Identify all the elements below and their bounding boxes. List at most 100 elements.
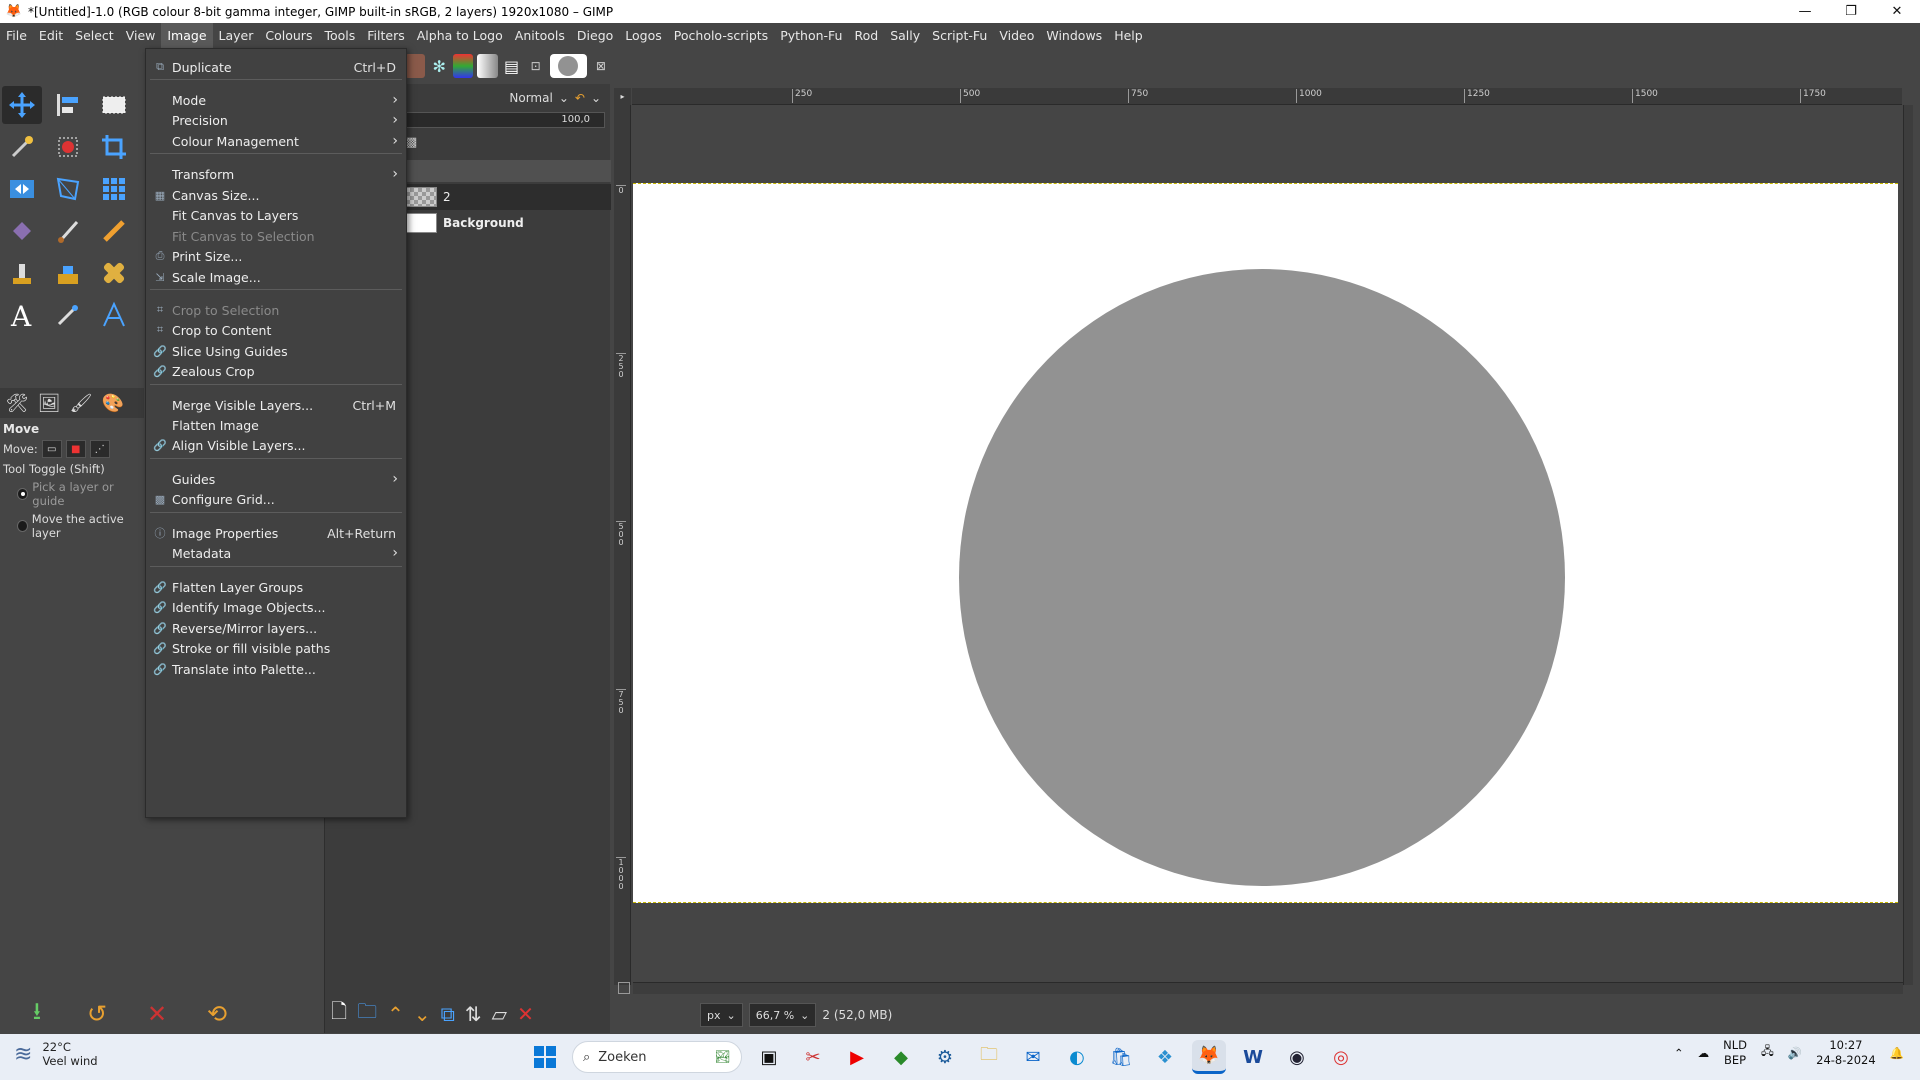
menu-windows[interactable]: Windows: [1040, 23, 1108, 48]
bucket-fill-tool-icon[interactable]: [2, 212, 42, 250]
menu-colours[interactable]: Colours: [259, 23, 318, 48]
image-menu-item[interactable]: 🔗 Align Visible Layers...: [146, 433, 406, 457]
save-tool-preset-icon[interactable]: ⭳: [14, 996, 60, 1032]
menu-select[interactable]: Select: [69, 23, 120, 48]
word-icon[interactable]: W: [1236, 1040, 1270, 1074]
heal-tool-icon[interactable]: [94, 254, 134, 292]
new-layer-group-icon[interactable]: 🗀: [357, 997, 377, 1031]
file-explorer-icon[interactable]: 🗀: [972, 1040, 1006, 1074]
document-history-tab-icon[interactable]: ▤: [502, 54, 522, 78]
minimize-button[interactable]: —: [1782, 0, 1828, 23]
crop-tool-icon[interactable]: [94, 128, 134, 166]
menu-image[interactable]: Image: [161, 23, 213, 48]
device-status-tab-icon[interactable]: 🖼: [36, 390, 62, 416]
close-window-button[interactable]: ✕: [1874, 0, 1920, 23]
move-path-mode-button[interactable]: ⋰: [89, 440, 110, 458]
menu-video[interactable]: Video: [993, 23, 1040, 48]
menu-pocholo-scripts[interactable]: Pocholo-scripts: [668, 23, 774, 48]
quick-mask-toggle-icon[interactable]: ▸: [614, 88, 631, 105]
chevron-down-icon-2[interactable]: ⌄: [591, 91, 601, 105]
paths-tool-icon[interactable]: [94, 296, 134, 334]
menu-alpha-to-logo[interactable]: Alpha to Logo: [411, 23, 509, 48]
menu-file[interactable]: File: [0, 23, 33, 48]
zoom-select[interactable]: 66,7 % ⌄: [748, 1003, 817, 1027]
perspective-tool-icon[interactable]: [48, 170, 88, 208]
raise-layer-icon[interactable]: ⌃: [387, 1002, 404, 1026]
text-tool-icon[interactable]: A: [2, 296, 42, 334]
delete-layer-icon[interactable]: ✕: [517, 1002, 534, 1026]
image-menu-item[interactable]: 🔗 Translate into Palette...: [146, 657, 406, 681]
menu-script-fu[interactable]: Script-Fu: [926, 23, 993, 48]
app-icon-blue-bird[interactable]: ❖: [1148, 1040, 1182, 1074]
duplicate-layer-icon[interactable]: ⧉: [441, 1002, 455, 1026]
chevron-up-icon[interactable]: ⌃: [1674, 1046, 1684, 1060]
horizontal-scrollbar[interactable]: [633, 982, 1903, 994]
brushes-tab-icon[interactable]: 🖌: [68, 390, 94, 416]
taskbar-clock[interactable]: 10:27 24-8-2024: [1816, 1038, 1876, 1068]
close-dock-tab-icon[interactable]: ⊠: [591, 54, 611, 78]
configure-dock-icon[interactable]: ⊡: [526, 54, 546, 78]
image-preview-tab-icon[interactable]: [549, 54, 587, 78]
menu-sally[interactable]: Sally: [884, 23, 926, 48]
align-tool-icon[interactable]: [48, 86, 88, 124]
pick-layer-option[interactable]: Pick a layer or guide: [0, 478, 144, 510]
windows-start-icon[interactable]: [528, 1040, 562, 1074]
language-indicator[interactable]: NLD BEP: [1723, 1038, 1747, 1068]
image-canvas[interactable]: [633, 183, 1898, 903]
gimp-taskbar-icon[interactable]: 🦊: [1192, 1040, 1226, 1074]
menu-tools[interactable]: Tools: [318, 23, 361, 48]
layer-opacity-slider[interactable]: 100,0: [405, 112, 605, 128]
restore-tool-preset-icon[interactable]: ↺: [74, 996, 120, 1032]
restore-button[interactable]: ❐: [1828, 0, 1874, 23]
color-picker-tool-icon[interactable]: [48, 296, 88, 334]
image-menu-item[interactable]: ▩ Configure Grid...: [146, 487, 406, 511]
patterns-tab-icon[interactable]: [405, 54, 426, 78]
weather-widget[interactable]: ≋ 22°C Veel wind: [14, 1040, 98, 1068]
lower-layer-icon[interactable]: ⌄: [414, 1002, 431, 1026]
image-menu-item[interactable]: Metadata ›: [146, 541, 406, 565]
app-icon-blue-gear[interactable]: ⚙: [928, 1040, 962, 1074]
menu-diego[interactable]: Diego: [571, 23, 619, 48]
anchor-layer-icon[interactable]: ⇅: [465, 1002, 482, 1026]
gradients-tab-icon[interactable]: [453, 54, 474, 78]
menu-python-fu[interactable]: Python-Fu: [774, 23, 848, 48]
taskbar-search-box[interactable]: ⌕ Zoeken 🏞: [572, 1041, 742, 1073]
notification-bell-icon[interactable]: 🔔: [1890, 1046, 1904, 1060]
mode-reset-icon[interactable]: ↶: [575, 91, 585, 105]
image-menu-item[interactable]: ⧉ Duplicate Ctrl+D: [146, 55, 406, 79]
tool-options-tab-icon[interactable]: 🛠: [4, 390, 30, 416]
menu-filters[interactable]: Filters: [361, 23, 410, 48]
warp-transform-tool-icon[interactable]: [94, 170, 134, 208]
image-menu-item[interactable]: Colour Management ›: [146, 129, 406, 153]
layer-row[interactable]: Background: [405, 210, 611, 236]
network-icon[interactable]: 🖧: [1761, 1044, 1774, 1063]
pick-layer-radio[interactable]: [17, 488, 29, 500]
paintbrush-tool-icon[interactable]: [48, 212, 88, 250]
app-icon-green[interactable]: ◆: [884, 1040, 918, 1074]
reset-tool-options-icon[interactable]: ⟲: [194, 996, 240, 1032]
image-menu-item[interactable]: 🔗 Zealous Crop: [146, 359, 406, 383]
menu-edit[interactable]: Edit: [33, 23, 69, 48]
chevron-down-icon[interactable]: ⌄: [559, 91, 569, 105]
unified-transform-tool-icon[interactable]: [2, 170, 42, 208]
edge-browser-icon[interactable]: ◐: [1060, 1040, 1094, 1074]
menu-view[interactable]: View: [120, 23, 162, 48]
merge-layer-icon[interactable]: ▱: [492, 1002, 507, 1026]
volume-icon[interactable]: 🔊: [1788, 1046, 1802, 1060]
clone-tool-icon[interactable]: [2, 254, 42, 292]
task-view-icon[interactable]: ▣: [752, 1040, 786, 1074]
menu-logos[interactable]: Logos: [619, 23, 668, 48]
delete-tool-preset-icon[interactable]: ✕: [134, 996, 180, 1032]
fuzzy-select-tool-icon[interactable]: [2, 128, 42, 166]
pencil-tool-icon[interactable]: [94, 212, 134, 250]
rect-select-tool-icon[interactable]: [94, 86, 134, 124]
layer-mode-select[interactable]: Normal: [509, 91, 552, 105]
brushes-tab-icon-2[interactable]: ✻: [429, 54, 449, 78]
menu-help[interactable]: Help: [1108, 23, 1149, 48]
move-active-layer-option[interactable]: Move the active layer: [0, 510, 144, 542]
move-layer-mode-button[interactable]: ▭: [41, 440, 62, 458]
move-tool-icon[interactable]: [2, 86, 42, 124]
microsoft-store-icon[interactable]: 🛍: [1104, 1040, 1138, 1074]
navigate-icon[interactable]: [618, 982, 630, 994]
move-selection-mode-button[interactable]: ■: [65, 440, 86, 458]
